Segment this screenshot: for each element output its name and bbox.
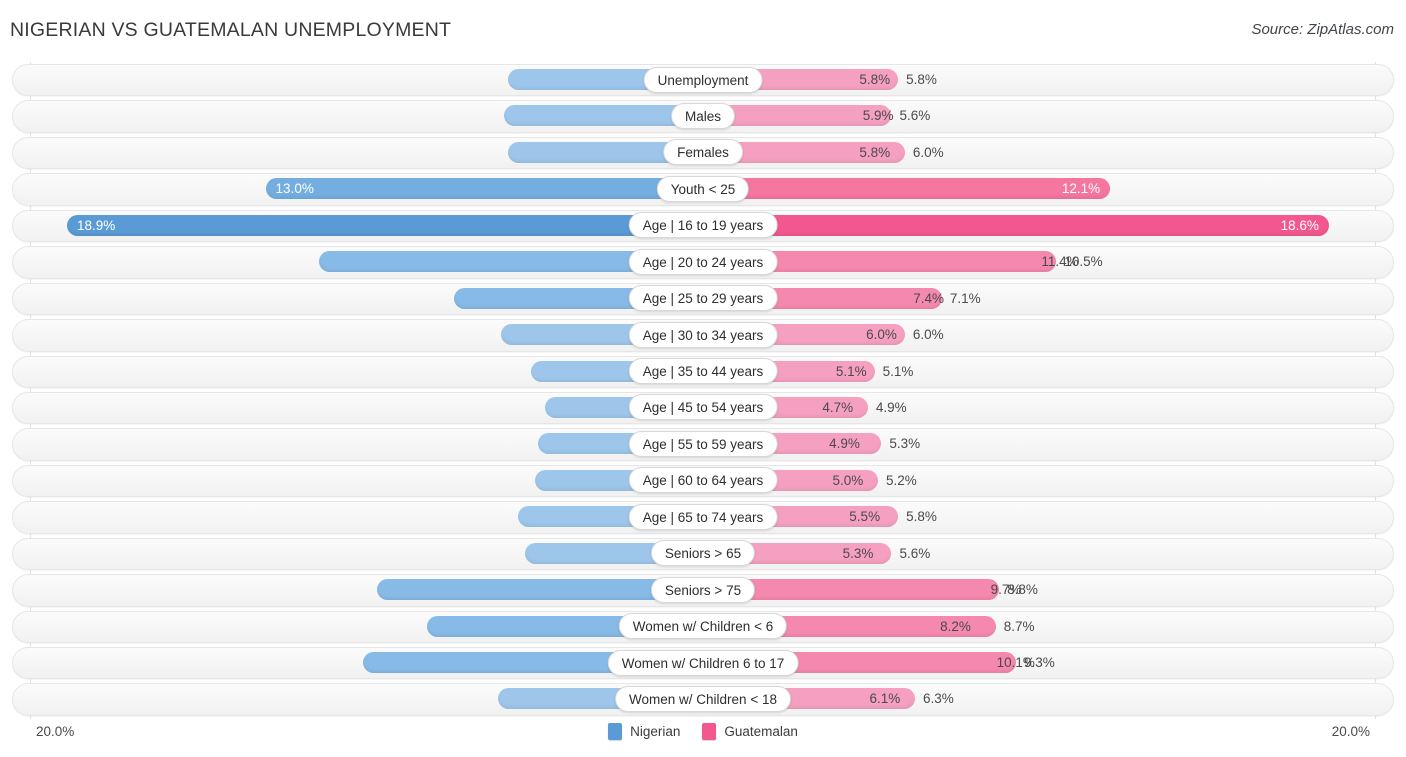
value-label-guatemalan: 12.1% <box>1061 181 1101 197</box>
legend-swatch-icon <box>702 723 717 740</box>
source-attribution: Source: ZipAtlas.com <box>1251 21 1394 38</box>
bar-row: 11.4% 10.5% Age | 20 to 24 years <box>0 244 1406 280</box>
value-label-guatemalan: 7.1% <box>949 290 981 306</box>
category-label-pill: Age | 30 to 34 years <box>628 321 778 348</box>
bar-row: 6.1% 6.3% Women w/ Children < 18 <box>0 681 1406 717</box>
legend-swatch-icon <box>608 723 623 740</box>
value-label-guatemalan: 4.9% <box>875 399 907 415</box>
chart-footer: 20.0% 20.0% Nigerian Guatemalan <box>0 719 1406 757</box>
bar-row: 13.0% 12.1% Youth < 25 <box>0 171 1406 207</box>
value-label-guatemalan: 5.1% <box>882 363 914 379</box>
chart-legend: Nigerian Guatemalan <box>0 723 1406 740</box>
category-label-pill: Seniors > 75 <box>650 576 756 603</box>
value-label-guatemalan: 10.5% <box>1064 254 1103 270</box>
bar-row: 10.1% 9.3% Women w/ Children 6 to 17 <box>0 645 1406 681</box>
value-label-guatemalan: 6.3% <box>922 691 954 707</box>
category-label-pill: Women w/ Children < 6 <box>618 613 788 640</box>
value-label-guatemalan: 5.6% <box>899 545 931 561</box>
bar-row: 4.7% 4.9% Age | 45 to 54 years <box>0 390 1406 426</box>
category-label-pill: Males <box>670 102 736 129</box>
category-label-pill: Youth < 25 <box>656 175 750 202</box>
chart-header: NIGERIAN VS GUATEMALAN UNEMPLOYMENT Sour… <box>0 0 1406 62</box>
value-label-guatemalan: 18.6% <box>1280 217 1319 233</box>
value-label-guatemalan: 5.2% <box>885 472 917 488</box>
value-label-guatemalan: 5.8% <box>906 509 937 525</box>
bar-row: 5.9% 5.6% Males <box>0 98 1406 134</box>
value-label-nigerian: 9.7% <box>990 582 1022 598</box>
value-label-nigerian: 5.9% <box>862 108 894 124</box>
legend-label: Guatemalan <box>724 724 798 739</box>
value-label-guatemalan: 8.8% <box>1007 582 1038 598</box>
category-label-pill: Age | 45 to 54 years <box>628 394 778 421</box>
category-label-pill: Age | 16 to 19 years <box>628 212 778 239</box>
bar-row: 18.9% 18.6% Age | 16 to 19 years <box>0 208 1406 244</box>
category-label-pill: Age | 20 to 24 years <box>628 248 778 275</box>
value-label-nigerian: 13.0% <box>275 181 314 197</box>
bar-nigerian <box>67 214 703 236</box>
bar-nigerian <box>265 178 703 200</box>
bar-guatemalan <box>703 178 1111 200</box>
bar-row: 5.8% 6.0% Females <box>0 135 1406 171</box>
bar-row: 7.4% 7.1% Age | 25 to 29 years <box>0 281 1406 317</box>
category-label-pill: Seniors > 65 <box>650 540 756 567</box>
category-label-pill: Women w/ Children 6 to 17 <box>607 649 799 676</box>
bar-guatemalan <box>703 214 1329 236</box>
bar-row: 5.1% 5.1% Age | 35 to 44 years <box>0 354 1406 390</box>
category-label-pill: Age | 25 to 29 years <box>628 285 778 312</box>
value-label-guatemalan: 5.6% <box>899 108 931 124</box>
value-label-guatemalan: 5.3% <box>889 436 921 452</box>
value-label-guatemalan: 6.0% <box>912 327 944 343</box>
page-title: NIGERIAN VS GUATEMALAN UNEMPLOYMENT <box>10 19 452 41</box>
value-label-guatemalan: 6.0% <box>912 144 944 160</box>
legend-item: Guatemalan <box>702 723 798 740</box>
bar-row: 5.3% 5.6% Seniors > 65 <box>0 536 1406 572</box>
bar-row: 4.9% 5.3% Age | 55 to 59 years <box>0 426 1406 462</box>
bar-row: 8.2% 8.7% Women w/ Children < 6 <box>0 609 1406 645</box>
value-label-nigerian: 8.2% <box>940 618 971 634</box>
category-label-pill: Age | 65 to 74 years <box>628 503 778 530</box>
category-label-pill: Unemployment <box>643 66 763 93</box>
value-label-nigerian: 11.4% <box>1041 254 1079 270</box>
bar-row: 5.5% 5.8% Age | 65 to 74 years <box>0 499 1406 535</box>
value-label-nigerian: 5.8% <box>859 144 891 160</box>
category-label-pill: Age | 60 to 64 years <box>628 467 778 494</box>
chart-plot-area: 5.8% 5.8% Unemployment 5.9% 5.6% Males 5.8% 6.0… <box>0 62 1406 719</box>
category-label-pill: Females <box>663 139 743 166</box>
value-label-nigerian: 7.4% <box>913 290 945 306</box>
bar-row: 5.8% 5.8% Unemployment <box>0 62 1406 98</box>
bar-row: 6.0% 6.0% Age | 30 to 34 years <box>0 317 1406 353</box>
value-label-guatemalan: 9.3% <box>1023 655 1055 670</box>
value-label-nigerian: 18.9% <box>77 217 116 233</box>
category-label-pill: Women w/ Children < 18 <box>615 685 791 712</box>
category-label-pill: Age | 55 to 59 years <box>628 430 778 457</box>
legend-item: Nigerian <box>608 723 680 740</box>
bar-rows-container: 5.8% 5.8% Unemployment 5.9% 5.6% Males 5.8% 6.0… <box>0 62 1406 718</box>
value-label-guatemalan: 8.7% <box>1003 618 1035 634</box>
category-label-pill: Age | 35 to 44 years <box>628 358 778 384</box>
bar-row: 5.0% 5.2% Age | 60 to 64 years <box>0 463 1406 499</box>
bar-row: 9.7% 8.8% Seniors > 75 <box>0 572 1406 608</box>
value-label-nigerian: 10.1% <box>996 655 1035 670</box>
legend-label: Nigerian <box>630 724 681 739</box>
value-label-guatemalan: 5.8% <box>906 72 937 87</box>
